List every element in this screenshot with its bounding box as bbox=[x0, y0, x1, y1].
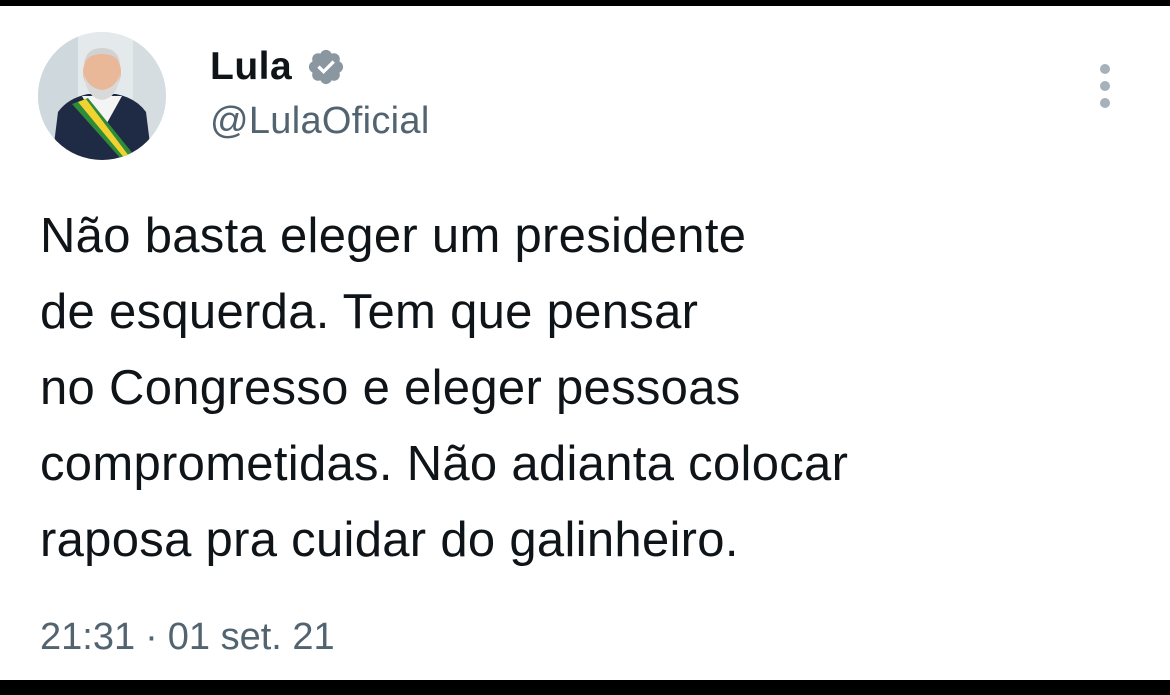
author-handle[interactable]: @LulaOficial bbox=[210, 100, 430, 143]
tweet-text-line: comprometidas. Não adianta colocar bbox=[40, 437, 849, 491]
more-vertical-icon[interactable] bbox=[1091, 62, 1121, 110]
tweet-date: 01 set. 21 bbox=[167, 616, 335, 658]
author-name-row: Lula bbox=[210, 42, 346, 92]
tweet-timestamp[interactable]: 21:31 · 01 set. 21 bbox=[40, 616, 335, 659]
verified-badge-icon bbox=[309, 49, 344, 85]
tweet-text-line: de esquerda. Tem que pensar bbox=[40, 285, 699, 339]
tweet-time: 21:31 bbox=[40, 616, 136, 658]
tweet-text-line: raposa pra cuidar do galinheiro. bbox=[40, 513, 739, 567]
tweet-text-line: Não basta eleger um presidente bbox=[40, 209, 747, 263]
tweet-text: Não basta eleger um presidente de esquer… bbox=[40, 198, 1130, 578]
timestamp-separator: · bbox=[145, 616, 158, 658]
tweet-text-line: no Congresso e eleger pessoas bbox=[40, 361, 741, 415]
display-name[interactable]: Lula bbox=[210, 45, 292, 89]
profile-avatar[interactable] bbox=[38, 32, 166, 160]
screenshot-frame: Lula @LulaOficial Não basta eleger um pr… bbox=[0, 0, 1170, 695]
tweet-card: Lula @LulaOficial Não basta eleger um pr… bbox=[0, 6, 1170, 680]
